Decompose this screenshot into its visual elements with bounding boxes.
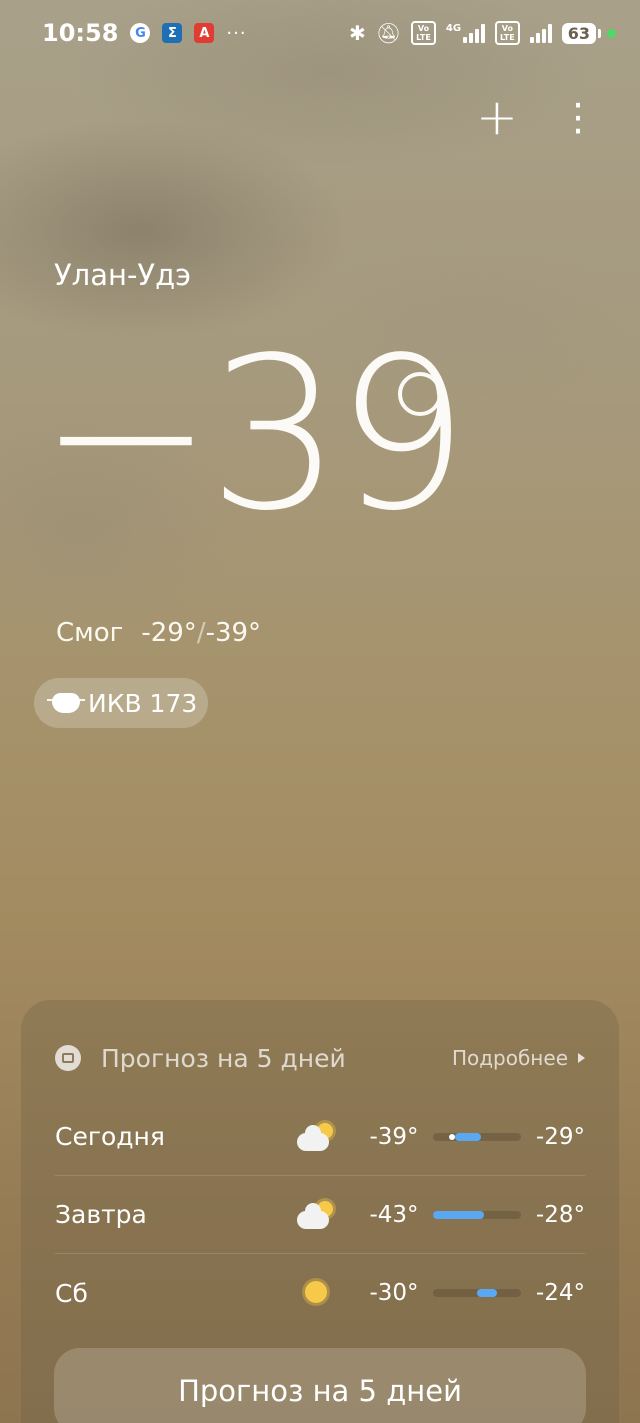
temp-range-fill xyxy=(432,1210,485,1219)
current-temp-marker xyxy=(449,1133,456,1140)
signal-icon xyxy=(529,23,552,43)
forecast-header: Прогноз на 5 дней Подробнее xyxy=(55,1040,585,1076)
five-day-forecast-button[interactable]: Прогноз на 5 дней xyxy=(54,1348,586,1423)
aqi-label: ИКВ 173 xyxy=(88,688,198,718)
volte-icon: Vo LTE xyxy=(411,21,436,45)
charging-dot xyxy=(607,28,616,38)
status-bar-left: 10:58 G Σ А ··· xyxy=(42,19,247,47)
range-high: -29° xyxy=(141,618,197,648)
temp-range-fill xyxy=(476,1289,498,1297)
add-city-button[interactable]: + xyxy=(470,90,524,144)
temp-range-bar xyxy=(432,1132,522,1141)
temp-range-bar xyxy=(432,1210,522,1219)
details-link[interactable]: Подробнее xyxy=(452,1046,585,1070)
status-bar-right: ✱ 🔕︎ Vo LTE 4G Vo LTE 63 xyxy=(349,21,616,45)
network-type-label: 4G xyxy=(445,23,462,34)
chevron-right-icon xyxy=(578,1053,585,1063)
clock: 10:58 xyxy=(42,19,119,47)
partly-cloudy-icon xyxy=(295,1197,343,1233)
day-label: Сб xyxy=(55,1278,88,1308)
temperature-range: -29°/-39° xyxy=(141,618,261,648)
forecast-row-saturday[interactable]: Сб -30° -24° xyxy=(55,1254,585,1332)
battery-icon: 63 xyxy=(561,22,616,44)
more-options-button[interactable]: ⋮ xyxy=(552,90,604,144)
high-temp: -29° xyxy=(535,1123,585,1150)
low-temp: -39° xyxy=(369,1123,419,1150)
high-temp: -28° xyxy=(535,1201,585,1228)
range-low: -39° xyxy=(205,618,262,648)
range-separator: / xyxy=(196,618,206,648)
forecast-title: Прогноз на 5 дней xyxy=(101,1043,346,1073)
status-bar: 10:58 G Σ А ··· ✱ 🔕︎ Vo LTE 4G Vo LTE 63 xyxy=(0,0,640,66)
high-temp: -24° xyxy=(535,1280,585,1306)
google-app-icon: G xyxy=(130,23,151,43)
degree-symbol xyxy=(398,372,442,416)
signal-4g-icon: 4G xyxy=(445,23,486,43)
more-notifications-icon: ··· xyxy=(226,22,247,44)
low-temp: -43° xyxy=(369,1201,419,1228)
battery-level: 63 xyxy=(561,22,596,44)
details-label: Подробнее xyxy=(451,1046,568,1070)
more-vertical-icon: ⋮ xyxy=(559,95,597,139)
bluetooth-icon: ✱ xyxy=(349,21,366,45)
mute-bell-icon: 🔕︎ xyxy=(375,21,402,45)
aqi-chip[interactable]: ИКВ 173 xyxy=(34,678,208,728)
day-label: Сегодня xyxy=(55,1122,165,1151)
condition-text: Смог xyxy=(56,618,124,648)
forecast-row-tomorrow[interactable]: Завтра -43° -28° xyxy=(55,1176,585,1254)
sigma-app-icon: Σ xyxy=(162,23,183,43)
sunny-icon xyxy=(295,1275,343,1311)
current-temperature: −39 xyxy=(38,312,469,557)
city-name: Улан-Удэ xyxy=(54,258,192,292)
forecast-button-label: Прогноз на 5 дней xyxy=(178,1374,462,1408)
alfa-app-icon: А xyxy=(194,23,215,43)
condition-line: Смог -29°/-39° xyxy=(56,618,261,648)
low-temp: -30° xyxy=(369,1280,419,1306)
plus-icon: + xyxy=(476,88,518,146)
temp-range-bar xyxy=(432,1289,522,1297)
volte-icon-2: Vo LTE xyxy=(495,21,520,45)
temp-range-fill xyxy=(454,1132,482,1141)
mask-icon xyxy=(47,693,85,713)
forecast-row-today[interactable]: Сегодня -39° -29° xyxy=(55,1098,585,1176)
partly-cloudy-icon xyxy=(295,1119,343,1155)
day-label: Завтра xyxy=(55,1200,147,1229)
calendar-icon xyxy=(55,1045,81,1071)
